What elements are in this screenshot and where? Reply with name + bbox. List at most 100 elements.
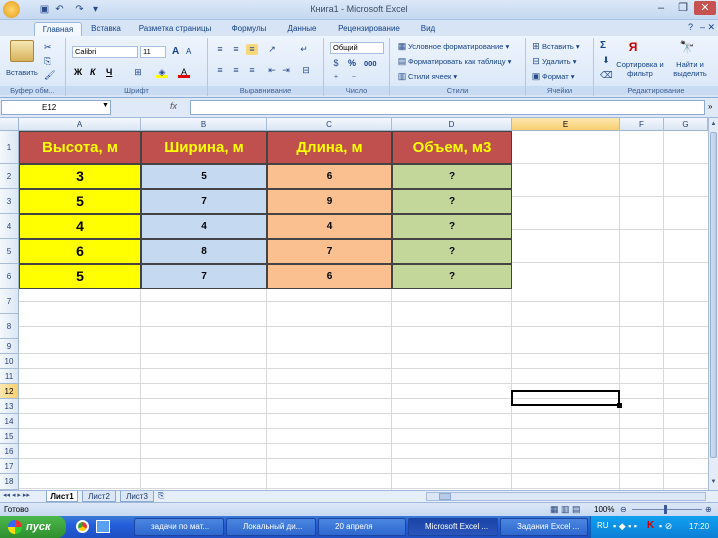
row-header-4[interactable]: 4: [0, 214, 19, 239]
borders-icon[interactable]: ⊞: [132, 67, 144, 78]
column-header-g[interactable]: G: [664, 118, 708, 131]
align-right-icon[interactable]: ≡: [246, 65, 258, 76]
desktop-quicklaunch-icon[interactable]: [96, 520, 110, 533]
cell-d6[interactable]: ?: [392, 264, 512, 289]
cell-d3[interactable]: ?: [392, 189, 512, 214]
row-header-3[interactable]: 3: [0, 189, 19, 214]
row-header-1[interactable]: 1: [0, 131, 19, 164]
row-header-15[interactable]: 15: [0, 429, 19, 444]
cell-a6[interactable]: 5: [19, 264, 141, 289]
tab-home[interactable]: Главная: [34, 22, 82, 36]
shrink-font-icon[interactable]: A: [186, 47, 191, 56]
insert-cells-button[interactable]: ⊞ Вставить ▾: [530, 40, 579, 53]
chrome-quicklaunch-icon[interactable]: [76, 520, 89, 533]
bold-button[interactable]: Ж: [74, 67, 82, 77]
delete-cells-button[interactable]: ⊟ Удалить ▾: [530, 55, 576, 68]
tray-misc-icons[interactable]: ▪ ⊘: [659, 521, 672, 532]
decrease-indent-icon[interactable]: ⇤: [266, 65, 278, 76]
find-select-icon[interactable]: 🔭: [676, 40, 698, 58]
autosum-button[interactable]: Σ: [600, 40, 606, 51]
ribbon-minimize-icon[interactable]: – ✕: [700, 22, 715, 33]
cut-icon[interactable]: ✂: [44, 42, 52, 53]
cell-d5[interactable]: ?: [392, 239, 512, 264]
horizontal-scrollbar[interactable]: [426, 492, 706, 501]
column-header-c[interactable]: C: [267, 118, 392, 131]
insert-function-button[interactable]: fx: [170, 101, 177, 111]
sort-filter-button[interactable]: Сортировка и фильтр: [616, 60, 664, 78]
sheet-nav-arrows-icon[interactable]: ◂◂ ◂ ▸ ▸▸: [3, 491, 30, 499]
cell-c4[interactable]: 4: [267, 214, 392, 239]
zoom-level[interactable]: 100%: [594, 505, 614, 514]
tab-page-layout[interactable]: Разметка страницы: [134, 22, 216, 36]
align-left-icon[interactable]: ≡: [214, 65, 226, 76]
sort-filter-icon[interactable]: Я: [622, 40, 644, 58]
vertical-scrollbar[interactable]: ▲ ▼: [708, 118, 718, 490]
thousands-button[interactable]: 000: [364, 59, 377, 68]
column-header-f[interactable]: F: [620, 118, 664, 131]
tab-data[interactable]: Данные: [282, 22, 322, 36]
cell-b4[interactable]: 4: [141, 214, 267, 239]
increase-decimal-icon[interactable]: ⁺: [330, 73, 342, 84]
expand-formula-icon[interactable]: »: [708, 102, 712, 111]
cell-b3[interactable]: 7: [141, 189, 267, 214]
cell-a4[interactable]: 4: [19, 214, 141, 239]
align-top-icon[interactable]: ≡: [214, 44, 226, 55]
cell-styles-button[interactable]: ▥ Стили ячеек ▾: [396, 70, 457, 83]
fill-handle[interactable]: [617, 403, 622, 408]
row-header-8[interactable]: 8: [0, 314, 19, 339]
cell-b6[interactable]: 7: [141, 264, 267, 289]
row-header-10[interactable]: 10: [0, 354, 19, 369]
orientation-icon[interactable]: ↗: [266, 44, 278, 55]
cell-d2[interactable]: ?: [392, 164, 512, 189]
italic-button[interactable]: К: [90, 67, 96, 77]
row-header-16[interactable]: 16: [0, 444, 19, 459]
paste-button[interactable]: Вставить: [6, 66, 38, 79]
percent-button[interactable]: %: [348, 58, 356, 68]
row-header-6[interactable]: 6: [0, 264, 19, 289]
row-header-2[interactable]: 2: [0, 164, 19, 189]
grow-font-icon[interactable]: A: [172, 46, 179, 57]
align-bottom-icon[interactable]: ≡: [246, 44, 258, 55]
cell-c3[interactable]: 9: [267, 189, 392, 214]
cell-c6[interactable]: 6: [267, 264, 392, 289]
tray-icons[interactable]: ▪ ◆ ▪ ▪: [613, 521, 637, 532]
format-as-table-button[interactable]: ▤ Форматировать как таблицу ▾: [396, 55, 512, 68]
zoom-slider-thumb[interactable]: [664, 505, 667, 514]
row-header-11[interactable]: 11: [0, 369, 19, 384]
sheet-tab-1[interactable]: Лист1: [46, 491, 78, 502]
tab-view[interactable]: Вид: [414, 22, 442, 36]
tab-insert[interactable]: Вставка: [86, 22, 126, 36]
cell-c5[interactable]: 7: [267, 239, 392, 264]
restore-button[interactable]: ❐: [672, 1, 694, 15]
worksheet-grid[interactable]: A B C D E F G 1 2 3 4 5 6 7 8 9 10 11 12…: [0, 118, 708, 490]
decrease-decimal-icon[interactable]: ⁻: [348, 73, 360, 84]
header-cell-c1[interactable]: Длина, м: [267, 131, 392, 164]
increase-indent-icon[interactable]: ⇥: [280, 65, 292, 76]
fill-icon[interactable]: ⬇: [600, 55, 612, 66]
help-icon[interactable]: ?: [688, 22, 693, 32]
cell-c2[interactable]: 6: [267, 164, 392, 189]
wrap-text-icon[interactable]: ↵: [298, 44, 310, 55]
clear-icon[interactable]: ⌫: [600, 70, 613, 81]
column-header-a[interactable]: A: [19, 118, 141, 131]
taskbar-button-4[interactable]: Microsoft Excel ...: [408, 518, 498, 536]
cell-a3[interactable]: 5: [19, 189, 141, 214]
row-header-12[interactable]: 12: [0, 384, 19, 399]
row-header-5[interactable]: 5: [0, 239, 19, 264]
language-indicator[interactable]: RU: [597, 521, 609, 530]
name-box-dropdown-icon[interactable]: ▼: [102, 102, 109, 109]
row-header-14[interactable]: 14: [0, 414, 19, 429]
antivirus-icon[interactable]: K: [647, 520, 654, 531]
cell-b2[interactable]: 5: [141, 164, 267, 189]
align-middle-icon[interactable]: ≡: [230, 44, 242, 55]
number-format-combo[interactable]: Общий: [330, 42, 384, 54]
sheet-tab-3[interactable]: Лист3: [120, 491, 154, 502]
row-header-7[interactable]: 7: [0, 289, 19, 314]
cell-d4[interactable]: ?: [392, 214, 512, 239]
sheet-tab-2[interactable]: Лист2: [82, 491, 116, 502]
column-header-b[interactable]: B: [141, 118, 267, 131]
underline-button[interactable]: Ч: [106, 67, 112, 77]
start-button[interactable]: пуск: [0, 516, 66, 538]
scroll-up-icon[interactable]: ▲: [709, 118, 718, 130]
taskbar-button-2[interactable]: Локальный ди...: [226, 518, 316, 536]
